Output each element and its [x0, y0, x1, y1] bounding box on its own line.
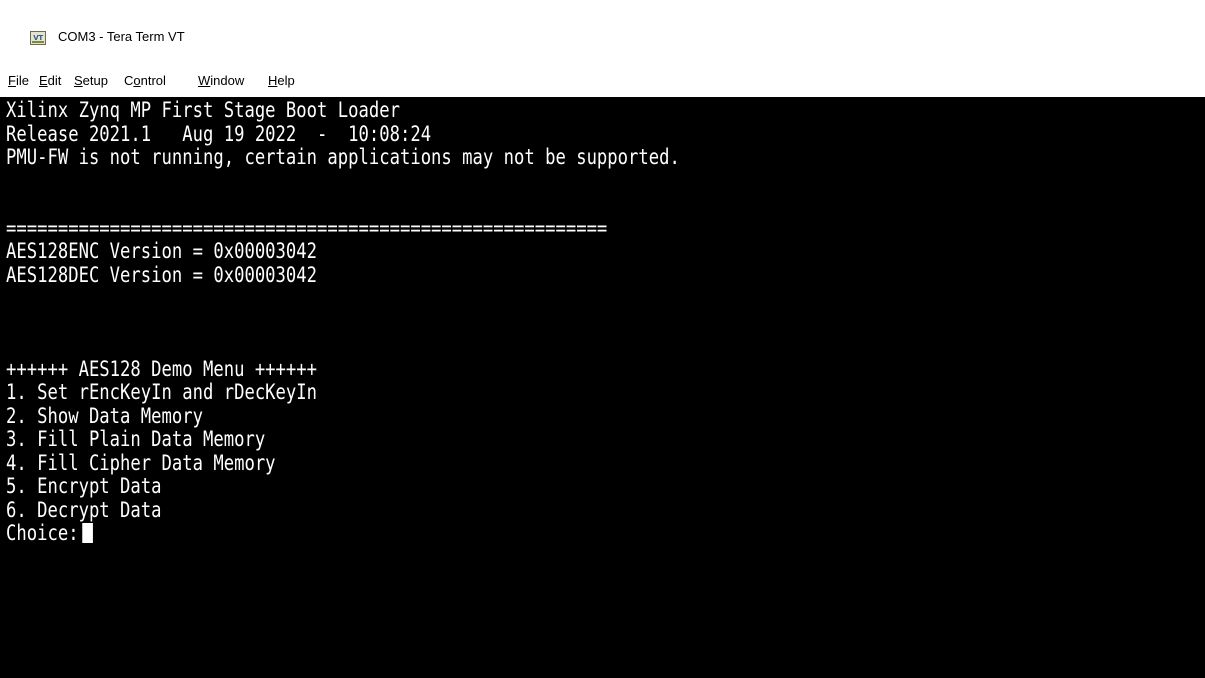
- menu-edit-accelerator: E: [39, 73, 48, 88]
- title-bar[interactable]: VT COM3 - Tera Term VT: [0, 0, 1205, 64]
- menu-control-prefix: C: [124, 73, 134, 88]
- terminal-line: 3. Fill Plain Data Memory: [6, 427, 266, 451]
- menu-control-accelerator: o: [133, 73, 141, 88]
- menu-setup-label: etup: [82, 73, 108, 88]
- menu-help[interactable]: Help: [268, 73, 295, 88]
- tera-term-window: VT COM3 - Tera Term VT File Edit Setup C…: [0, 0, 1205, 678]
- menu-edit-label: dit: [47, 73, 62, 88]
- menu-edit[interactable]: Edit: [39, 73, 61, 88]
- menu-file[interactable]: File: [8, 73, 29, 88]
- terminal-line: Xilinx Zynq MP First Stage Boot Loader: [6, 98, 400, 122]
- terminal-line: 4. Fill Cipher Data Memory: [6, 450, 276, 475]
- terminal-prompt-line[interactable]: Choice:: [6, 521, 680, 546]
- menu-control-label: ntrol: [140, 73, 166, 88]
- terminal-screen[interactable]: Xilinx Zynq MP First Stage Boot Loader R…: [0, 97, 1205, 678]
- terminal-line: 1. Set rEncKeyIn and rDecKeyIn: [6, 380, 318, 404]
- menu-file-label: ile: [15, 73, 29, 88]
- menu-window-accelerator: W: [198, 73, 211, 88]
- terminal-line: AES128ENC Version = 0x00003042: [6, 239, 318, 263]
- menu-window-label: indow: [210, 73, 245, 88]
- menu-bar: File Edit Setup Control Window Help: [0, 64, 1205, 97]
- terminal-cursor: [81, 523, 93, 543]
- menu-control[interactable]: Control: [124, 73, 166, 88]
- terminal-line: AES128DEC Version = 0x00003042: [6, 262, 318, 287]
- menu-window[interactable]: Window: [198, 73, 244, 88]
- menu-setup-accelerator: S: [74, 73, 83, 88]
- menu-setup[interactable]: Setup: [74, 73, 108, 88]
- terminal-line: 6. Decrypt Data: [6, 497, 162, 522]
- terminal-line: ========================================…: [6, 215, 608, 240]
- terminal-line: Release 2021.1 Aug 19 2022 - 10:08:24: [6, 121, 432, 146]
- terminal-line: 2. Show Data Memory: [6, 403, 203, 428]
- choice-prompt: Choice:: [6, 521, 79, 545]
- tera-term-app-icon[interactable]: VT: [30, 31, 46, 45]
- terminal-output: Xilinx Zynq MP First Stage Boot Loader R…: [6, 98, 828, 546]
- menu-help-accelerator: H: [268, 73, 278, 88]
- terminal-line: 5. Encrypt Data: [6, 474, 162, 498]
- terminal-line: PMU-FW is not running, certain applicati…: [6, 145, 680, 169]
- menu-help-label: elp: [277, 73, 295, 88]
- terminal-line: ++++++ AES128 Demo Menu ++++++: [6, 356, 318, 381]
- window-title: COM3 - Tera Term VT: [58, 29, 185, 44]
- menu-file-accelerator: F: [8, 73, 16, 88]
